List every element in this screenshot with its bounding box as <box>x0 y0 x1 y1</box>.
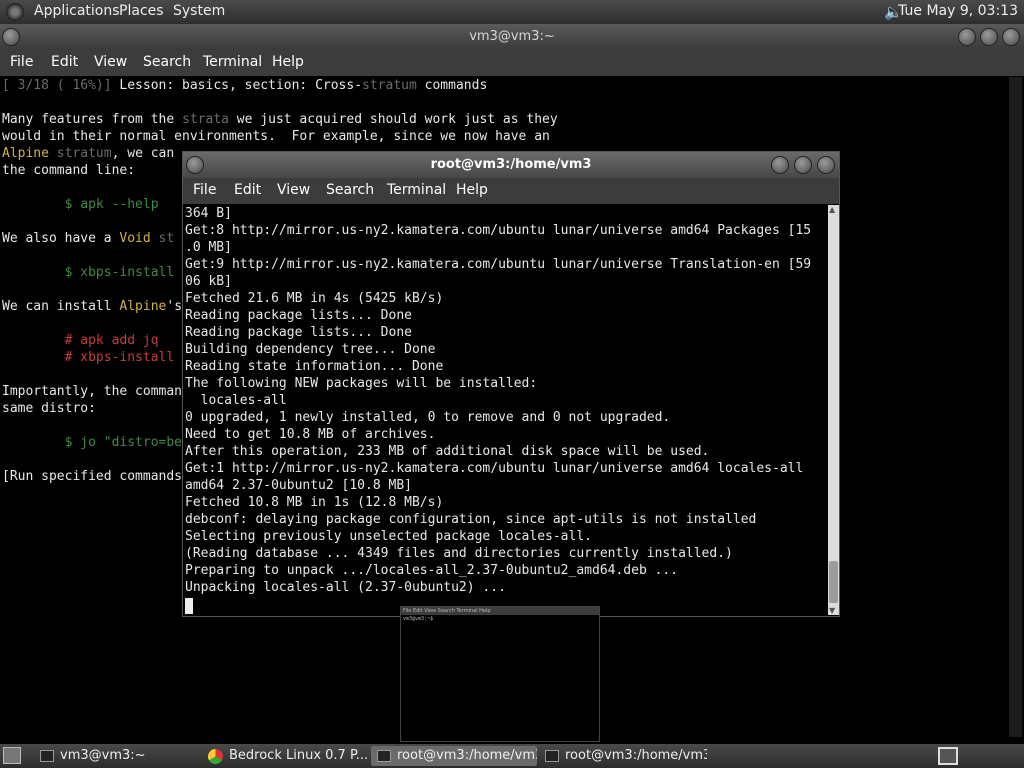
gnome-foot-icon[interactable] <box>6 3 24 21</box>
window-menu-button[interactable] <box>2 28 20 46</box>
menu-terminal[interactable]: Terminal <box>203 54 262 70</box>
front-terminal-line: Get:9 http://mirror.us-ny2.kamatera.com/… <box>185 257 812 272</box>
chrome-icon <box>208 749 223 764</box>
back-scrollbar[interactable] <box>1009 77 1022 737</box>
back-window-titlebar[interactable]: vm3@vm3:~ <box>0 24 1024 50</box>
front-terminal-line: debconf: delaying package configuration,… <box>185 512 757 527</box>
preview-menubar: File Edit View Search Terminal Help <box>401 607 599 615</box>
menu-view[interactable]: View <box>94 54 127 70</box>
front-terminal-line: Fetched 21.6 MB in 4s (5425 kB/s) <box>185 291 444 306</box>
menu-edit[interactable]: Edit <box>51 54 78 70</box>
back-terminal-line: [ 3/18 ( 16%)] Lesson: basics, section: … <box>2 78 488 93</box>
scroll-up-arrow-icon[interactable]: ▲ <box>829 205 835 214</box>
applications-menu[interactable]: Applications <box>34 3 120 19</box>
places-menu[interactable]: Places <box>119 3 164 19</box>
window-menu-button[interactable] <box>186 156 204 174</box>
front-terminal-line: Get:1 http://mirror.us-ny2.kamatera.com/… <box>185 461 804 476</box>
front-terminal-line: The following NEW packages will be insta… <box>185 376 538 391</box>
back-window-title: vm3@vm3:~ <box>469 29 555 44</box>
taskbar-item-label: Bedrock Linux 0.7 P... <box>229 748 369 763</box>
front-terminal-line: 06 kB] <box>185 274 232 289</box>
close-button[interactable] <box>1002 28 1020 46</box>
workspace-switcher-icon[interactable] <box>938 747 958 765</box>
front-terminal-line: Reading package lists... Done <box>185 308 412 323</box>
front-terminal-line: Reading state information... Done <box>185 359 444 374</box>
front-terminal-line: Building dependency tree... Done <box>185 342 436 357</box>
front-terminal-line: 0 upgraded, 1 newly installed, 0 to remo… <box>185 410 671 425</box>
system-menu[interactable]: System <box>173 3 225 19</box>
preview-prompt: vm3@vm3:~$ <box>403 616 437 622</box>
window-preview-thumbnail[interactable]: File Edit View Search Terminal Help vm3@… <box>400 606 600 742</box>
front-terminal-line: (Reading database ... 4349 files and dir… <box>185 546 733 561</box>
front-terminal-line: Preparing to unpack .../locales-all_2.37… <box>185 563 679 578</box>
front-terminal-line: Selecting previously unselected package … <box>185 529 592 544</box>
back-menubar: File Edit View Search Terminal Help <box>0 50 1024 76</box>
front-terminal-line: Fetched 10.8 MB in 1s (12.8 MB/s) <box>185 495 444 510</box>
back-terminal-line <box>2 94 1007 111</box>
front-terminal-line: After this operation, 233 MB of addition… <box>185 444 710 459</box>
terminal-cursor <box>185 598 193 614</box>
menu-search[interactable]: Search <box>143 54 191 70</box>
terminal-icon <box>545 750 559 762</box>
front-terminal-line: amd64 2.37-0ubuntu2 [10.8 MB] <box>185 478 412 493</box>
minimize-button[interactable] <box>771 156 789 174</box>
taskbar-item-root-terminal[interactable]: root@vm3:/home/vm3 <box>539 746 707 766</box>
menu-help[interactable]: Help <box>456 182 488 198</box>
bottom-panel: vm3@vm3:~ Bedrock Linux 0.7 P... root@vm… <box>0 744 1024 768</box>
close-button[interactable] <box>817 156 835 174</box>
front-terminal-line: 364 B] <box>185 206 232 221</box>
front-terminal-line: locales-all <box>185 393 287 408</box>
taskbar-item-label: root@vm3:/home/vm3 <box>565 748 707 763</box>
minimize-button[interactable] <box>958 28 976 46</box>
front-scrollbar[interactable]: ▲ ▼ <box>828 205 839 615</box>
front-window-titlebar[interactable]: root@vm3:/home/vm3 <box>183 152 839 178</box>
menu-file[interactable]: File <box>10 54 33 70</box>
front-terminal-output[interactable]: 364 B] Get:8 http://mirror.us-ny2.kamater… <box>185 205 825 615</box>
front-window-title: root@vm3:/home/vm3 <box>430 157 592 172</box>
terminal-icon <box>40 750 54 762</box>
terminal-icon <box>377 750 391 762</box>
maximize-button[interactable] <box>794 156 812 174</box>
back-terminal-line: Many features from the strata we just ac… <box>2 112 558 127</box>
taskbar-item-vm3[interactable]: vm3@vm3:~ <box>34 746 202 766</box>
top-panel: Applications Places System 🔈 Tue May 9, … <box>0 0 1024 24</box>
front-menubar: File Edit View Search Terminal Help <box>183 178 839 204</box>
scrollbar-thumb[interactable] <box>829 561 838 603</box>
front-terminal-line: Unpacking locales-all (2.37-0ubuntu2) ..… <box>185 580 506 595</box>
menu-view[interactable]: View <box>277 182 310 198</box>
menu-edit[interactable]: Edit <box>234 182 261 198</box>
front-terminal-line: .0 MB] <box>185 240 232 255</box>
menu-help[interactable]: Help <box>272 54 304 70</box>
clock[interactable]: Tue May 9, 03:13 <box>898 3 1018 19</box>
front-terminal-window: root@vm3:/home/vm3 File Edit View Search… <box>182 151 840 617</box>
back-terminal-line: would in their normal environments. For … <box>2 129 550 144</box>
show-desktop-icon[interactable] <box>3 747 21 764</box>
taskbar-item-label: root@vm3:/home/vm3 <box>397 748 537 763</box>
taskbar-item-label: vm3@vm3:~ <box>60 748 146 763</box>
taskbar-item-browser[interactable]: Bedrock Linux 0.7 P... <box>203 746 369 766</box>
menu-terminal[interactable]: Terminal <box>387 182 446 198</box>
maximize-button[interactable] <box>980 28 998 46</box>
front-terminal-line: Get:8 http://mirror.us-ny2.kamatera.com/… <box>185 223 812 238</box>
scroll-down-arrow-icon[interactable]: ▼ <box>829 606 835 615</box>
menu-file[interactable]: File <box>193 182 216 198</box>
front-terminal-line: Reading package lists... Done <box>185 325 412 340</box>
front-terminal-line: Need to get 10.8 MB of archives. <box>185 427 436 442</box>
menu-search[interactable]: Search <box>326 182 374 198</box>
taskbar-item-root-terminal-active[interactable]: root@vm3:/home/vm3 <box>371 746 537 766</box>
